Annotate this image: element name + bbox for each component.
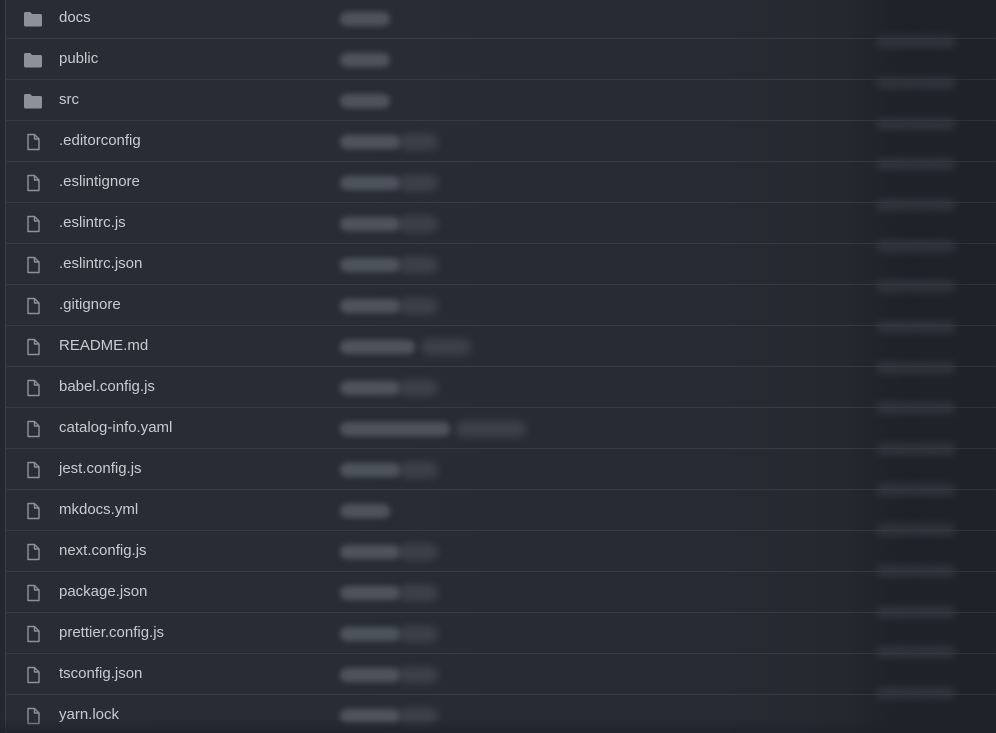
file-name[interactable]: .gitignore <box>59 296 121 314</box>
file-icon <box>27 133 40 151</box>
file-row-editorconfig[interactable]: .editorconfig <box>6 121 996 162</box>
commit-message-redacted <box>398 175 438 191</box>
file-name[interactable]: public <box>59 50 98 68</box>
commit-message-redacted <box>340 422 450 436</box>
file-name[interactable]: next.config.js <box>59 542 147 560</box>
file-icon <box>27 379 40 397</box>
file-icon <box>27 215 40 233</box>
file-name[interactable]: .eslintrc.json <box>59 255 142 273</box>
commit-message-redacted <box>340 627 400 641</box>
file-name[interactable]: .editorconfig <box>59 132 141 150</box>
commit-message-redacted <box>398 257 438 273</box>
file-icon <box>27 584 40 602</box>
file-row-tsconfig[interactable]: tsconfig.json <box>6 654 996 695</box>
commit-message-redacted <box>340 545 400 559</box>
file-row-eslintrc-js[interactable]: .eslintrc.js <box>6 203 996 244</box>
file-icon <box>27 338 40 356</box>
commit-message-redacted <box>398 134 438 150</box>
file-row-eslintrc-json[interactable]: .eslintrc.json <box>6 244 996 285</box>
commit-message-redacted <box>340 135 400 149</box>
file-list: docs public src .editorconfig .eslintign… <box>5 0 996 733</box>
file-icon <box>27 502 40 520</box>
commit-message-redacted <box>398 216 438 232</box>
commit-message-redacted <box>398 585 438 601</box>
commit-message-redacted <box>340 94 390 108</box>
bottom-fade <box>0 719 996 733</box>
commit-message-redacted <box>340 217 400 231</box>
file-name[interactable]: package.json <box>59 583 147 601</box>
file-row-eslintignore[interactable]: .eslintignore <box>6 162 996 203</box>
file-name[interactable]: src <box>59 91 79 109</box>
repository-browser: docs public src .editorconfig .eslintign… <box>0 0 996 733</box>
file-name[interactable]: .eslintignore <box>59 173 140 191</box>
file-icon <box>27 420 40 438</box>
file-name[interactable]: README.md <box>59 337 148 355</box>
file-row-src[interactable]: src <box>6 80 996 121</box>
file-row-next-config[interactable]: next.config.js <box>6 531 996 572</box>
commit-message-redacted <box>398 462 438 478</box>
file-name[interactable]: prettier.config.js <box>59 624 164 642</box>
commit-message-redacted <box>340 258 400 272</box>
file-row-mkdocs[interactable]: mkdocs.yml <box>6 490 996 531</box>
file-icon <box>27 666 40 684</box>
file-icon <box>27 256 40 274</box>
commit-message-redacted <box>398 380 438 396</box>
commit-message-redacted <box>456 421 526 437</box>
folder-icon <box>24 94 42 109</box>
file-name[interactable]: mkdocs.yml <box>59 501 138 519</box>
file-name[interactable]: babel.config.js <box>59 378 155 396</box>
file-row-gitignore[interactable]: .gitignore <box>6 285 996 326</box>
file-row-jest-config[interactable]: jest.config.js <box>6 449 996 490</box>
commit-message-redacted <box>340 668 400 682</box>
file-icon <box>27 625 40 643</box>
file-icon <box>27 297 40 315</box>
commit-message-redacted <box>340 53 390 67</box>
file-name[interactable]: docs <box>59 9 91 27</box>
file-name[interactable]: jest.config.js <box>59 460 142 478</box>
file-name[interactable]: tsconfig.json <box>59 665 142 683</box>
folder-icon <box>24 12 42 27</box>
commit-message-redacted <box>398 626 438 642</box>
file-row-package-json[interactable]: package.json <box>6 572 996 613</box>
file-row-readme[interactable]: README.md <box>6 326 996 367</box>
file-row-prettier-config[interactable]: prettier.config.js <box>6 613 996 654</box>
commit-message-redacted <box>340 12 390 26</box>
file-row-babel-config[interactable]: babel.config.js <box>6 367 996 408</box>
commit-message-redacted <box>421 339 471 355</box>
commit-message-redacted <box>340 463 400 477</box>
file-icon <box>27 461 40 479</box>
file-row-docs[interactable]: docs <box>6 0 996 39</box>
commit-message-redacted <box>340 586 400 600</box>
commit-message-redacted <box>398 544 438 560</box>
file-icon <box>27 543 40 561</box>
commit-message-redacted <box>340 340 415 354</box>
commit-message-redacted <box>340 176 400 190</box>
commit-message-redacted <box>398 667 438 683</box>
commit-message-redacted <box>398 298 438 314</box>
file-row-catalog-info[interactable]: catalog-info.yaml <box>6 408 996 449</box>
file-name[interactable]: .eslintrc.js <box>59 214 126 232</box>
commit-message-redacted <box>340 299 400 313</box>
file-row-public[interactable]: public <box>6 39 996 80</box>
commit-message-redacted <box>340 381 400 395</box>
file-name[interactable]: catalog-info.yaml <box>59 419 172 437</box>
folder-icon <box>24 53 42 68</box>
file-icon <box>27 174 40 192</box>
commit-message-redacted <box>340 504 390 518</box>
